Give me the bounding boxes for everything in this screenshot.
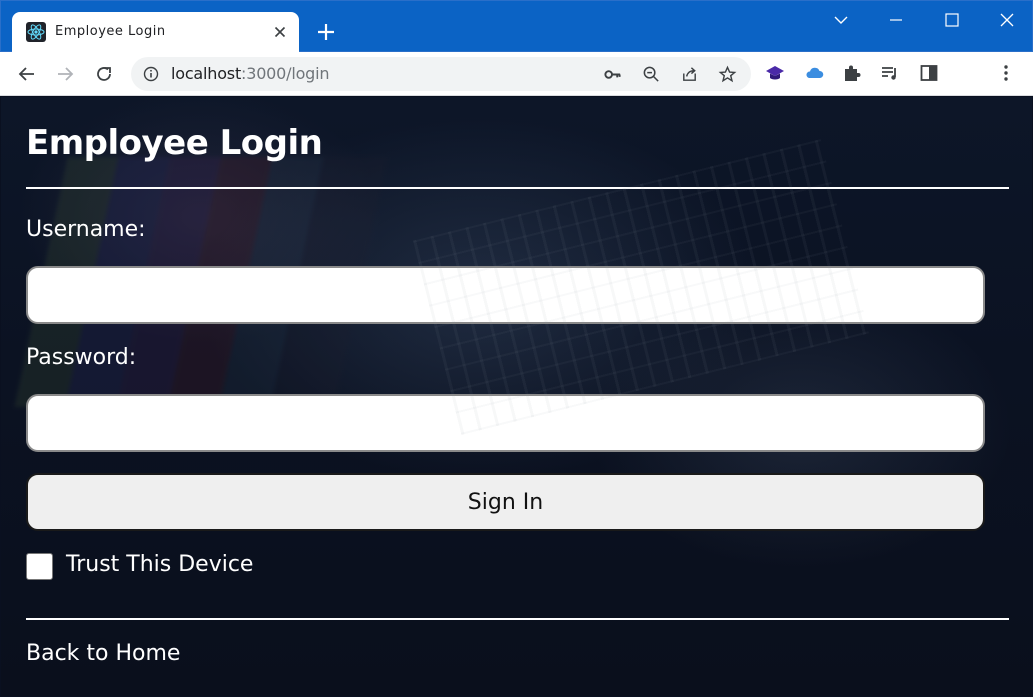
minimize-icon[interactable] <box>885 9 907 31</box>
cloud-icon[interactable] <box>803 62 825 84</box>
react-logo-icon <box>26 22 46 42</box>
media-queue-icon[interactable] <box>879 62 901 84</box>
close-tab-icon[interactable] <box>272 24 288 40</box>
username-input[interactable] <box>26 266 985 324</box>
key-icon[interactable] <box>603 65 622 84</box>
password-label: Password: <box>26 345 137 370</box>
trust-device-label[interactable]: Trust This Device <box>66 552 253 577</box>
browser-tab[interactable]: Employee Login <box>12 12 299 53</box>
zoom-out-icon[interactable] <box>642 65 661 84</box>
back-arrow-icon[interactable] <box>16 63 38 85</box>
new-tab-plus-icon[interactable] <box>315 21 337 43</box>
back-to-home-link[interactable]: Back to Home <box>26 641 180 666</box>
password-input[interactable] <box>26 394 985 452</box>
tab-search-chevron-icon[interactable] <box>830 9 852 31</box>
forward-arrow-icon[interactable] <box>54 63 76 85</box>
browser-toolbar: localhost:3000/login 6 <box>0 52 1033 141</box>
footer-divider <box>26 618 1009 620</box>
title-divider <box>26 187 1009 189</box>
extension-hat-icon[interactable] <box>764 62 786 84</box>
side-panel-icon[interactable] <box>918 62 940 84</box>
extensions-puzzle-icon[interactable] <box>841 62 863 84</box>
reload-icon[interactable] <box>93 63 115 85</box>
address-bar[interactable]: localhost:3000/login <box>131 57 751 91</box>
username-label: Username: <box>26 217 146 242</box>
url-text[interactable]: localhost:3000/login <box>171 64 330 83</box>
sign-in-button[interactable]: Sign In <box>26 473 985 531</box>
site-info-icon[interactable] <box>143 66 159 82</box>
more-menu-icon[interactable] <box>995 62 1017 84</box>
tab-title: Employee Login <box>55 24 166 39</box>
page-title: Employee Login <box>26 123 323 163</box>
close-window-icon[interactable] <box>996 9 1018 31</box>
share-icon[interactable] <box>680 65 699 84</box>
browser-titlebar: Employee Login <box>0 0 1033 53</box>
bookmark-star-icon[interactable] <box>718 65 737 84</box>
trust-device-checkbox[interactable] <box>26 553 53 580</box>
login-page: Employee Login Username: Password: Sign … <box>1 97 1032 696</box>
maximize-icon[interactable] <box>941 9 963 31</box>
